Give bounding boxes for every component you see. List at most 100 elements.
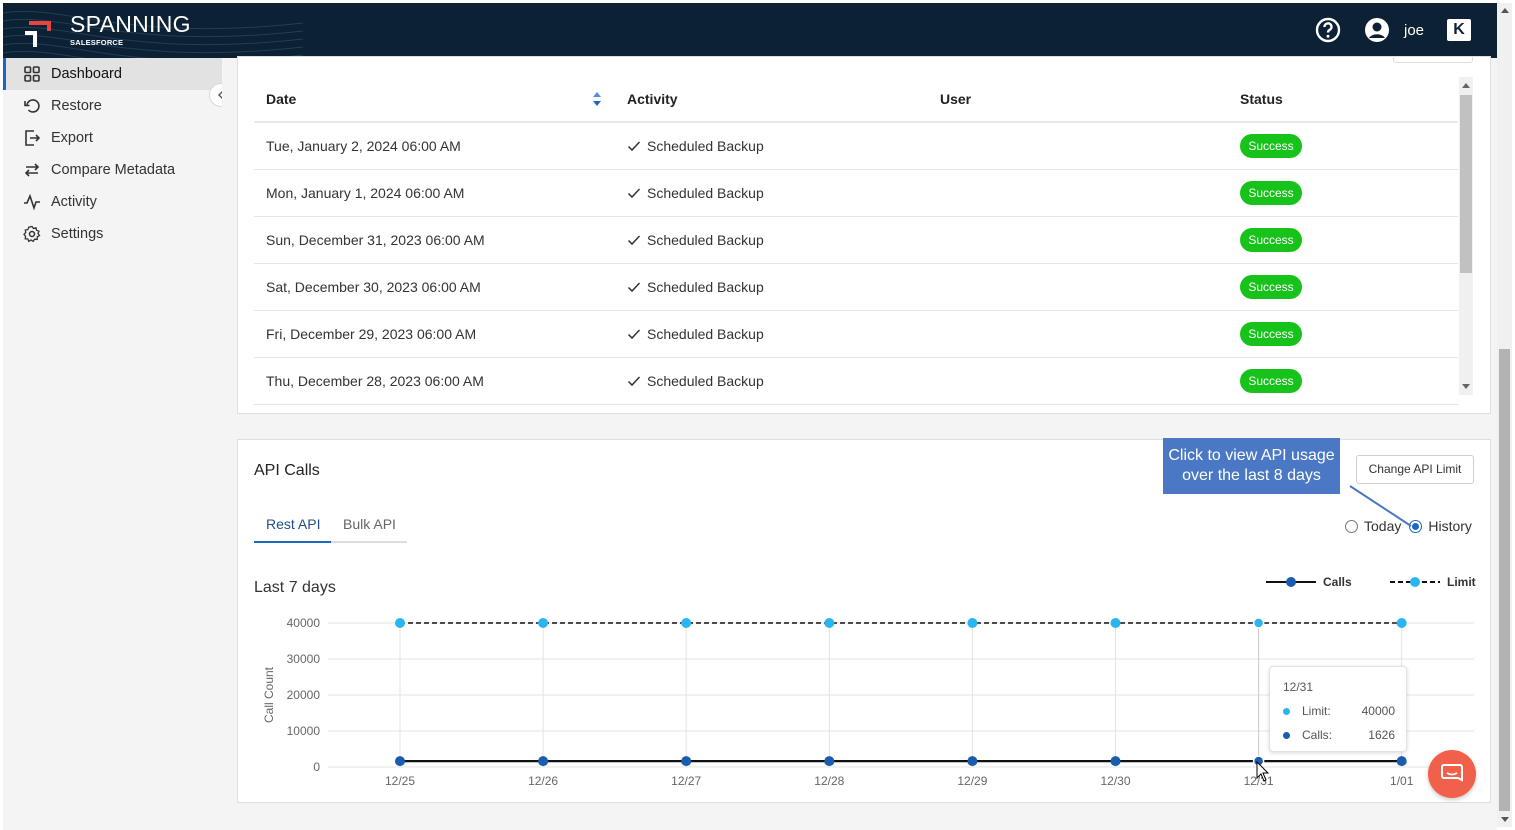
status-badge: Success bbox=[1240, 369, 1302, 393]
table-row[interactable]: Sat, December 30, 2023 06:00 AM Scheduled… bbox=[254, 264, 1458, 311]
column-header-date[interactable]: Date bbox=[266, 91, 296, 107]
column-header-status[interactable]: Status bbox=[1240, 91, 1283, 107]
sidebar-item-activity[interactable]: Activity bbox=[3, 186, 222, 218]
table-scrollbar[interactable] bbox=[1459, 77, 1473, 395]
data-point-calls bbox=[824, 756, 835, 767]
user-avatar-icon[interactable] bbox=[1364, 17, 1390, 43]
brand-name: SPANNING bbox=[70, 11, 191, 37]
data-point-calls bbox=[538, 756, 549, 767]
column-header-user[interactable]: User bbox=[940, 91, 971, 107]
data-point-limit bbox=[1110, 618, 1121, 628]
checkmark-icon bbox=[627, 188, 641, 199]
checkmark-icon bbox=[627, 235, 641, 246]
sort-icon[interactable] bbox=[592, 91, 602, 107]
page-scrollbar[interactable] bbox=[1497, 3, 1512, 827]
y-tick-label: 0 bbox=[313, 760, 320, 774]
y-tick-label: 30000 bbox=[287, 652, 321, 666]
main-content: Date Activity User Status Tue, January 2… bbox=[222, 56, 1497, 830]
legend-label-calls: Calls bbox=[1323, 575, 1352, 589]
scroll-up-arrow-icon[interactable] bbox=[1462, 83, 1470, 88]
sidebar-item-export[interactable]: Export bbox=[3, 122, 222, 154]
data-point-limit bbox=[538, 618, 549, 628]
row-activity-label: Scheduled Backup bbox=[647, 138, 764, 154]
tooltip-calls-label: Calls: bbox=[1302, 728, 1333, 742]
table-scrollbar-thumb[interactable] bbox=[1460, 95, 1472, 273]
data-point-calls bbox=[967, 756, 978, 767]
y-tick-label: 20000 bbox=[287, 688, 321, 702]
x-tick-label: 12/29 bbox=[957, 774, 987, 788]
help-icon[interactable] bbox=[1315, 17, 1341, 43]
sidebar-item-label: Export bbox=[51, 130, 93, 146]
table-row[interactable]: Thu, December 28, 2023 06:00 AM Scheduled… bbox=[254, 358, 1458, 405]
chat-icon bbox=[1441, 764, 1463, 782]
page-scroll-down-icon[interactable] bbox=[1501, 817, 1509, 822]
table-row[interactable]: Tue, January 2, 2024 06:00 AM Scheduled B… bbox=[254, 123, 1458, 170]
row-date: Fri, December 29, 2023 06:00 AM bbox=[266, 326, 477, 342]
page-scrollbar-thumb[interactable] bbox=[1499, 349, 1510, 811]
data-point-limit bbox=[967, 618, 978, 628]
column-header-activity[interactable]: Activity bbox=[627, 91, 678, 107]
page-scroll-up-icon[interactable] bbox=[1501, 8, 1509, 13]
tooltip-calls-value: 1626 bbox=[1368, 728, 1395, 742]
gear-icon bbox=[23, 225, 41, 243]
sidebar-item-label: Activity bbox=[51, 194, 97, 210]
row-activity: Scheduled Backup bbox=[627, 138, 764, 154]
sidebar-item-restore[interactable]: Restore bbox=[3, 90, 222, 122]
row-activity-label: Scheduled Backup bbox=[647, 373, 764, 389]
chat-support-button[interactable] bbox=[1428, 750, 1476, 798]
legend-marker-calls bbox=[1286, 577, 1296, 587]
row-activity: Scheduled Backup bbox=[627, 326, 764, 342]
row-date: Mon, January 1, 2024 06:00 AM bbox=[266, 185, 465, 201]
sidebar-item-label: Dashboard bbox=[51, 66, 122, 82]
x-tick-label: 12/26 bbox=[528, 774, 558, 788]
legend-label-limit: Limit bbox=[1447, 575, 1476, 589]
spanning-logo-icon bbox=[25, 21, 51, 47]
sidebar-item-label: Settings bbox=[51, 226, 104, 242]
data-point-calls bbox=[681, 756, 692, 767]
dashboard-grid-icon bbox=[24, 66, 40, 82]
tooltip-limit-row: Limit: 40000 bbox=[1283, 704, 1395, 718]
checkmark-icon bbox=[627, 376, 641, 387]
checkmark-icon bbox=[627, 141, 641, 152]
row-activity-label: Scheduled Backup bbox=[647, 326, 764, 342]
data-point-calls bbox=[1396, 756, 1407, 767]
sidebar-item-label: Restore bbox=[51, 98, 102, 114]
sidebar-item-dashboard[interactable]: Dashboard bbox=[3, 58, 222, 90]
row-date: Tue, January 2, 2024 06:00 AM bbox=[266, 138, 461, 154]
data-point-limit bbox=[1252, 617, 1265, 629]
table-row[interactable]: Fri, December 29, 2023 06:00 AM Scheduled… bbox=[254, 311, 1458, 358]
chart-tooltip: 12/31 Limit: 40000 Calls: 1626 bbox=[1269, 666, 1407, 752]
data-point-calls bbox=[1110, 756, 1121, 767]
activity-pulse-icon bbox=[24, 193, 40, 211]
sidebar: Dashboard Restore Export Compare Metadat… bbox=[3, 58, 222, 830]
kaseya-brand-icon[interactable]: K bbox=[1447, 19, 1471, 41]
table-row[interactable]: Mon, January 1, 2024 06:00 AM Scheduled B… bbox=[254, 170, 1458, 217]
user-name[interactable]: joe bbox=[1404, 22, 1424, 39]
y-tick-label: 10000 bbox=[287, 724, 321, 738]
table-row[interactable]: Sun, December 31, 2023 06:00 AM Scheduled… bbox=[254, 217, 1458, 264]
data-point-limit bbox=[681, 618, 692, 628]
compare-arrows-icon bbox=[24, 163, 40, 177]
sidebar-item-settings[interactable]: Settings bbox=[3, 218, 222, 250]
x-tick-label: 1/01 bbox=[1390, 774, 1414, 788]
status-badge: Success bbox=[1240, 134, 1302, 158]
tooltip-calls-row: Calls: 1626 bbox=[1283, 728, 1395, 742]
tooltip-limit-label: Limit: bbox=[1302, 704, 1331, 718]
activity-card-button-edge[interactable] bbox=[1393, 57, 1473, 63]
data-point-limit bbox=[1396, 618, 1407, 628]
data-point-limit bbox=[395, 618, 405, 628]
x-tick-label: 12/28 bbox=[814, 774, 844, 788]
sidebar-item-compare-metadata[interactable]: Compare Metadata bbox=[3, 154, 222, 186]
row-activity-label: Scheduled Backup bbox=[647, 185, 764, 201]
tooltip-limit-value: 40000 bbox=[1361, 704, 1395, 718]
status-badge: Success bbox=[1240, 181, 1302, 205]
limit-dot-icon bbox=[1283, 707, 1290, 715]
row-activity-label: Scheduled Backup bbox=[647, 279, 764, 295]
status-badge: Success bbox=[1240, 228, 1302, 252]
data-point-limit bbox=[824, 618, 835, 628]
api-calls-card: API Calls Rest API Bulk API Change API L… bbox=[237, 438, 1491, 803]
row-activity: Scheduled Backup bbox=[627, 373, 764, 389]
scroll-down-arrow-icon[interactable] bbox=[1462, 384, 1470, 389]
row-date: Thu, December 28, 2023 06:00 AM bbox=[266, 373, 484, 389]
export-icon bbox=[25, 130, 41, 146]
